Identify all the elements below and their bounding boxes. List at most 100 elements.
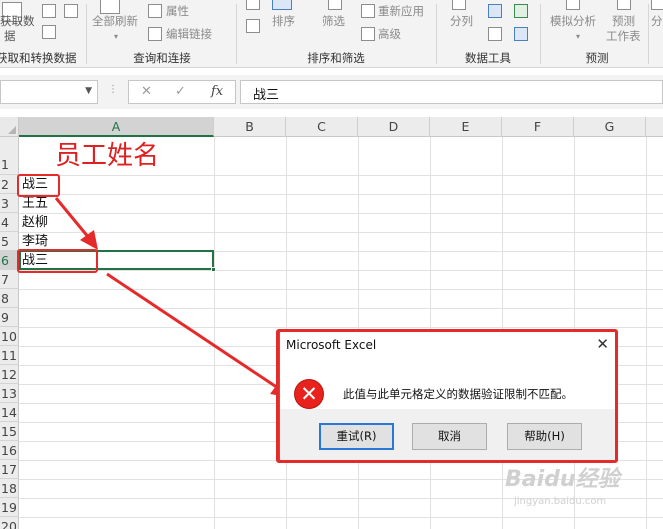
resize-handle-icon[interactable]: ⋮ [108,84,118,95]
advanced-button[interactable]: 高级 [378,27,401,41]
relationships-icon[interactable] [514,27,528,41]
row-header-8[interactable]: 8 [0,289,19,308]
gridline [19,213,663,214]
filter-icon [328,0,342,10]
row-header-20[interactable]: 20 [0,517,19,529]
get-data-button[interactable]: 获取数 [0,14,35,28]
row-header-9[interactable]: 9 [0,308,19,327]
cell-a1-title[interactable]: 员工姓名 [55,140,159,172]
ribbon-separator [648,4,649,64]
refresh-all-button[interactable]: 全部刷新 [92,14,138,28]
gridline [19,517,663,518]
forecast-sheet-icon [617,0,631,10]
from-text-icon[interactable] [42,4,56,18]
advanced-filter-icon [361,27,375,41]
gridline [19,175,663,176]
reapply-button[interactable]: 重新应用 [378,4,424,18]
ribbon-separator [436,4,437,64]
gridline [19,232,663,233]
gridline [19,194,663,195]
row-header-15[interactable]: 15 [0,422,19,441]
sort-button[interactable]: 排序 [272,14,295,28]
sort-ascending-icon[interactable] [246,0,260,10]
what-if-icon [566,0,580,10]
gridline [19,270,663,271]
flash-fill-icon[interactable] [488,4,502,18]
fill-handle[interactable] [211,267,216,272]
row-header-14[interactable]: 14 [0,403,19,422]
watermark-sub: jingyan.baidu.com [514,496,607,507]
column-header-g[interactable]: G [574,117,646,137]
outline-button[interactable]: 分 [651,14,663,28]
row-header-17[interactable]: 17 [0,460,19,479]
group-sort-filter: 排序 筛选 重新应用 高级 排序和筛选 [238,0,434,68]
outline-icon [651,0,663,10]
data-validation-icon[interactable] [514,4,528,18]
row-header-13[interactable]: 13 [0,384,19,403]
remove-duplicates-icon[interactable] [488,27,502,41]
formula-input[interactable]: 战三 [240,80,663,104]
row-header-4[interactable]: 4 [0,213,19,232]
group-forecast: 模拟分析 ▾ 预测 工作表 预测 [542,0,652,68]
text-to-columns-button[interactable]: 分列 [450,14,473,28]
row-header-7[interactable]: 7 [0,270,19,289]
column-header-b[interactable]: B [214,117,286,137]
what-if-analysis-button[interactable]: 模拟分析 [550,14,596,28]
formula-bar: ▼ ⋮ ✕ ✓ fx 战三 [0,75,663,109]
row-header-16[interactable]: 16 [0,441,19,460]
ribbon: 获取数 据 获取和转换数据 全部刷新 ▾ 属性 编辑链接 查询和连接 排序 筛选… [0,0,663,68]
group-label-data-tools: 数据工具 [465,51,511,65]
column-header-h[interactable] [646,117,663,137]
what-if-dropdown[interactable]: ▾ [576,30,580,44]
watermark: Baidu经验 [505,467,620,492]
insert-function-icon[interactable]: fx [211,84,223,99]
cell-a4[interactable]: 赵柳 [22,213,48,232]
row-header-5[interactable]: 5 [0,232,19,251]
row-header-12[interactable]: 12 [0,365,19,384]
group-data-tools: 分列 数据工具 [438,0,538,68]
annotation-box-a6 [17,249,98,273]
forecast-sheet-button[interactable]: 预测 [612,14,635,28]
cancel-entry-icon[interactable]: ✕ [141,84,152,99]
confirm-entry-icon[interactable]: ✓ [175,84,186,99]
gridline [646,137,647,529]
select-all-icon [8,126,16,134]
row-header-11[interactable]: 11 [0,346,19,365]
column-header-c[interactable]: C [286,117,358,137]
name-box[interactable]: ▼ [0,80,98,104]
from-table-icon[interactable] [42,25,56,39]
row-header-19[interactable]: 19 [0,498,19,517]
row-header-1[interactable]: 1 [0,137,19,175]
ribbon-separator [86,4,87,64]
edit-links-button[interactable]: 编辑链接 [166,27,212,41]
edit-links-icon [148,27,162,41]
gridline [19,327,663,328]
column-header-e[interactable]: E [430,117,502,137]
row-header-3[interactable]: 3 [0,194,19,213]
group-label-forecast: 预测 [585,51,609,65]
refresh-all-icon [100,0,120,14]
group-label-sort-filter: 排序和筛选 [307,51,365,65]
group-label-queries: 查询和连接 [133,51,191,65]
from-web-icon[interactable] [64,4,78,18]
row-header-18[interactable]: 18 [0,479,19,498]
properties-button[interactable]: 属性 [166,4,189,18]
column-header-a[interactable]: A [19,117,214,137]
forecast-sheet-button-line2: 工作表 [606,29,641,43]
row-header-10[interactable]: 10 [0,327,19,346]
column-header-f[interactable]: F [502,117,574,137]
excel-window: 获取数 据 获取和转换数据 全部刷新 ▾ 属性 编辑链接 查询和连接 排序 筛选… [0,0,663,529]
group-label-get-transform: 获取和转换数据 [0,51,77,65]
group-queries: 全部刷新 ▾ 属性 编辑链接 查询和连接 [88,0,236,68]
get-data-button-line2: 据 [4,29,16,43]
formula-buttons: ✕ ✓ fx [128,80,236,104]
gridline [19,289,663,290]
select-all-button[interactable] [0,117,19,137]
annotation-box-dialog [276,329,618,463]
sort-descending-icon[interactable] [246,19,260,33]
group-get-transform: 获取数 据 获取和转换数据 [0,0,84,68]
column-header-d[interactable]: D [358,117,430,137]
refresh-all-dropdown[interactable]: ▾ [114,30,118,44]
filter-button[interactable]: 筛选 [322,14,345,28]
name-box-dropdown-icon[interactable]: ▼ [85,86,92,96]
